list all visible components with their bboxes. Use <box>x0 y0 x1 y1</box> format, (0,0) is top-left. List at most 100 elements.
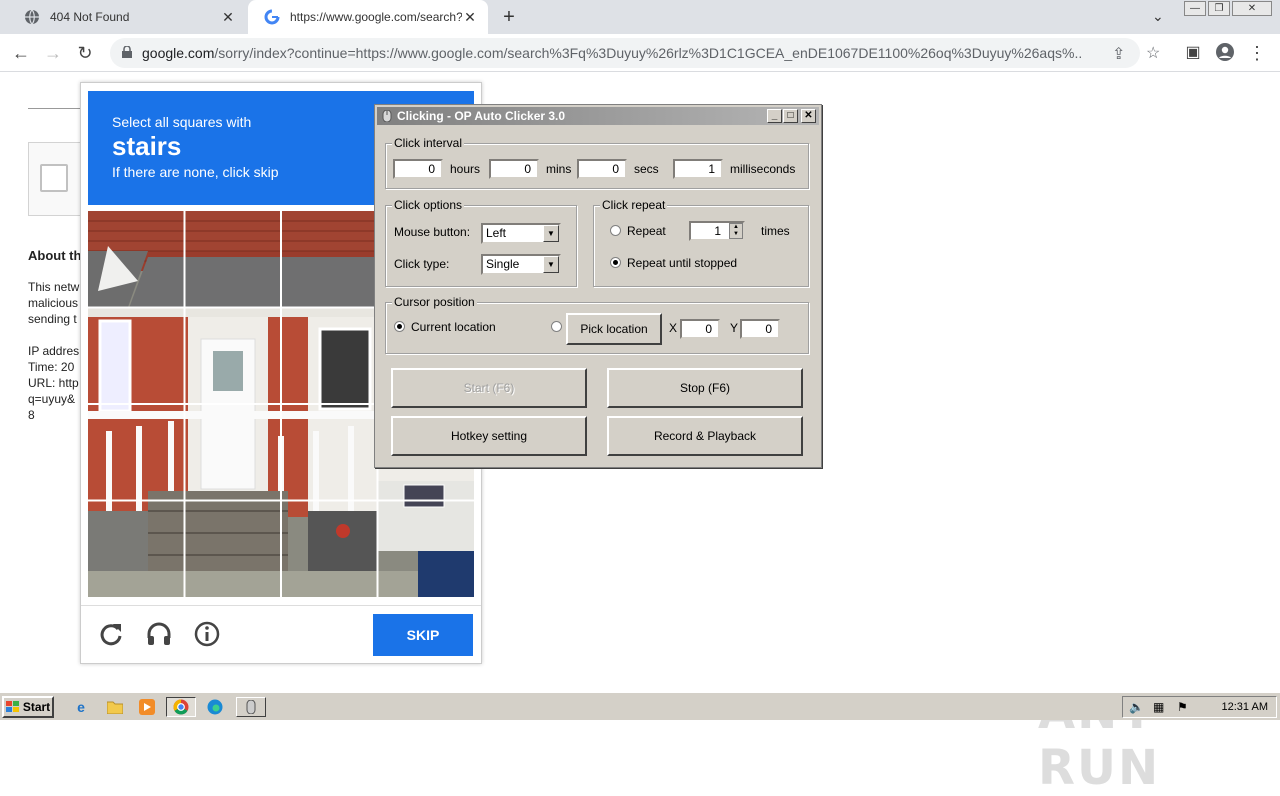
restore-button[interactable]: ❐ <box>1208 1 1230 16</box>
secs-input[interactable]: 0 <box>577 159 627 179</box>
minimize-button[interactable]: _ <box>767 109 782 123</box>
repeat-until-stopped-label: Repeat until stopped <box>627 256 738 270</box>
divider <box>28 108 80 109</box>
internet-explorer-icon[interactable]: e <box>70 697 92 717</box>
chrome-taskbar-icon[interactable] <box>166 697 196 717</box>
y-label: Y <box>730 321 739 335</box>
start-label: Start <box>22 700 51 714</box>
flag-icon[interactable]: ⚑ <box>1177 700 1188 714</box>
tab-404-not-found[interactable]: 404 Not Found ✕ <box>8 0 246 34</box>
page-text-line: sending t <box>28 312 77 326</box>
milliseconds-label: milliseconds <box>730 162 796 176</box>
autoclicker-taskbar-icon[interactable] <box>236 697 266 717</box>
window-title: Clicking - OP Auto Clicker 3.0 <box>397 109 566 123</box>
group-label: Click interval <box>392 136 465 150</box>
repeat-radio[interactable] <box>610 225 621 236</box>
group-label: Click options <box>392 198 465 212</box>
current-location-radio[interactable] <box>394 321 405 332</box>
challenge-hint: If there are none, click skip <box>112 164 279 180</box>
hotkey-setting-button[interactable]: Hotkey setting <box>391 416 587 456</box>
window-titlebar[interactable]: Clicking - OP Auto Clicker 3.0 _ □ ✕ <box>377 107 819 125</box>
mins-input[interactable]: 0 <box>489 159 539 179</box>
media-player-icon[interactable] <box>136 697 158 717</box>
mins-label: mins <box>546 162 572 176</box>
browser-toolbar: ← → ↻ google.com/sorry/index?continue=ht… <box>0 34 1280 72</box>
times-label: times <box>761 224 790 238</box>
mouse-button-select[interactable]: Left ▼ <box>481 223 561 244</box>
speaker-icon[interactable]: 🔈 <box>1129 700 1144 714</box>
page-text-line: This netw <box>28 280 80 294</box>
new-tab-button[interactable]: + <box>498 6 520 29</box>
close-window-button[interactable]: ✕ <box>1232 1 1272 16</box>
reload-icon[interactable]: ↻ <box>74 42 96 64</box>
record-playback-button[interactable]: Record & Playback <box>607 416 803 456</box>
current-location-label: Current location <box>411 320 496 334</box>
milliseconds-input[interactable]: 1 <box>673 159 723 179</box>
clock: 12:31 AM <box>1221 701 1268 713</box>
group-label: Click repeat <box>600 198 668 212</box>
taskbar: Start e 🔈 ▦ ⚑ 12:31 AM <box>0 692 1280 720</box>
maximize-button[interactable]: □ <box>783 109 798 123</box>
close-tab-icon[interactable]: ✕ <box>220 9 236 26</box>
start-button[interactable]: Start (F6) <box>391 368 587 408</box>
page-text-line: IP addres <box>28 344 80 358</box>
repeat-label: Repeat <box>627 224 666 238</box>
click-type-select[interactable]: Single ▼ <box>481 254 561 275</box>
audio-challenge-icon[interactable] <box>145 620 173 648</box>
side-panel-icon[interactable]: ▣ <box>1182 42 1204 64</box>
recaptcha-checkbox[interactable] <box>40 164 68 192</box>
back-icon[interactable]: ← <box>10 42 32 64</box>
stop-button[interactable]: Stop (F6) <box>607 368 803 408</box>
mouse-icon <box>382 110 392 122</box>
url-domain: google.com <box>142 45 215 61</box>
x-input[interactable]: 0 <box>680 319 720 339</box>
auto-clicker-window: Clicking - OP Auto Clicker 3.0 _ □ ✕ Cli… <box>374 104 822 468</box>
share-icon[interactable]: ⇪ <box>1112 44 1125 64</box>
minimize-button[interactable]: — <box>1184 1 1206 16</box>
about-heading: About th <box>28 248 82 263</box>
start-button[interactable]: Start <box>2 696 54 718</box>
repeat-until-stopped-radio[interactable] <box>610 257 621 268</box>
group-label: Cursor position <box>392 295 477 309</box>
chevron-down-icon[interactable]: ⌄ <box>1152 8 1164 25</box>
info-icon[interactable] <box>193 620 221 648</box>
url-text: google.com/sorry/index?continue=https://… <box>142 45 1082 61</box>
pick-location-button[interactable]: Pick location <box>566 313 662 345</box>
dropdown-arrow-icon: ▼ <box>543 225 559 242</box>
page-text-line: Time: 20 <box>28 360 75 374</box>
tab-google-search[interactable]: https://www.google.com/search?q= ✕ <box>248 0 488 34</box>
y-input[interactable]: 0 <box>740 319 780 339</box>
page-text-line: malicious <box>28 296 79 310</box>
edge-icon[interactable] <box>204 697 226 717</box>
pick-location-radio[interactable] <box>551 321 562 332</box>
page-text-line: q=uyuy& <box>28 392 76 406</box>
network-icon[interactable]: ▦ <box>1153 700 1164 714</box>
tab-title: https://www.google.com/search?q= <box>290 10 462 24</box>
globe-icon <box>24 9 40 25</box>
folder-icon[interactable] <box>104 697 126 717</box>
profile-avatar-icon[interactable] <box>1214 42 1236 64</box>
hours-input[interactable]: 0 <box>393 159 443 179</box>
click-type-label: Click type: <box>394 257 450 271</box>
spinner-arrows-icon[interactable]: ▲ ▼ <box>729 223 743 239</box>
close-tab-icon[interactable]: ✕ <box>462 9 478 26</box>
page-text-line: 8 <box>28 408 35 422</box>
forward-icon[interactable]: → <box>42 42 64 64</box>
tab-strip: 404 Not Found ✕ https://www.google.com/s… <box>0 0 1280 34</box>
menu-kebab-icon[interactable]: ⋮ <box>1246 42 1268 64</box>
click-repeat-group: Click repeat <box>593 198 809 287</box>
page-text-line: URL: http <box>28 376 79 390</box>
challenge-keyword: stairs <box>112 131 182 161</box>
click-type-value: Single <box>486 257 520 271</box>
secs-label: secs <box>634 162 659 176</box>
close-button[interactable]: ✕ <box>801 109 816 123</box>
mouse-button-value: Left <box>486 226 507 240</box>
bookmark-star-icon[interactable]: ☆ <box>1146 43 1160 63</box>
address-bar[interactable]: google.com/sorry/index?continue=https://… <box>110 38 1160 68</box>
reload-challenge-icon[interactable] <box>97 620 125 648</box>
windows-logo-icon <box>5 701 19 712</box>
skip-button[interactable]: SKIP <box>373 614 473 656</box>
tab-title: 404 Not Found <box>50 10 130 24</box>
x-label: X <box>669 321 678 335</box>
challenge-footer: SKIP <box>81 605 481 663</box>
